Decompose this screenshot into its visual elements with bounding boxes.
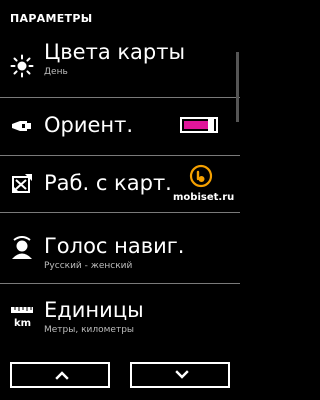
toggle-thumb[interactable] — [208, 117, 214, 133]
chevron-down-icon — [175, 370, 189, 379]
scroll-up-button[interactable] — [10, 362, 110, 388]
item-title: Раб. с карт. — [44, 171, 172, 195]
scroll-indicator[interactable] — [236, 52, 239, 122]
watermark-text: mobiset.ru — [173, 192, 235, 203]
page-title: ПАРАМЕТРЫ — [10, 12, 93, 25]
compass-car-icon — [10, 114, 34, 138]
voice-person-icon — [10, 236, 34, 260]
chevron-up-icon — [55, 371, 69, 380]
settings-item-orientation[interactable]: Ориент. — [0, 98, 240, 158]
item-subtitle: Метры, километры — [44, 325, 135, 335]
item-title: Голос навиг. — [44, 234, 185, 258]
scroll-down-button[interactable] — [130, 362, 230, 388]
ruler-km-icon: km — [10, 304, 34, 328]
item-subtitle: Русский - женский — [44, 261, 133, 271]
item-title: Единицы — [44, 298, 144, 322]
divider — [0, 212, 240, 213]
item-subtitle: День — [44, 67, 68, 77]
mobiset-logo-icon — [189, 164, 213, 188]
svg-text:km: km — [14, 318, 31, 328]
item-title: Цвета карты — [44, 40, 186, 64]
toggle-fill — [184, 121, 209, 129]
bottom-navigation-bar — [0, 352, 240, 400]
settings-item-units[interactable]: km Единицы Метры, километры — [0, 284, 240, 344]
item-title: Ориент. — [44, 113, 134, 137]
settings-item-voice[interactable]: Голос навиг. Русский - женский — [0, 214, 240, 274]
orientation-toggle[interactable] — [180, 117, 218, 133]
map-tools-icon — [10, 172, 34, 196]
settings-item-map-colors[interactable]: Цвета карты День — [0, 36, 240, 96]
sun-icon — [10, 54, 34, 78]
